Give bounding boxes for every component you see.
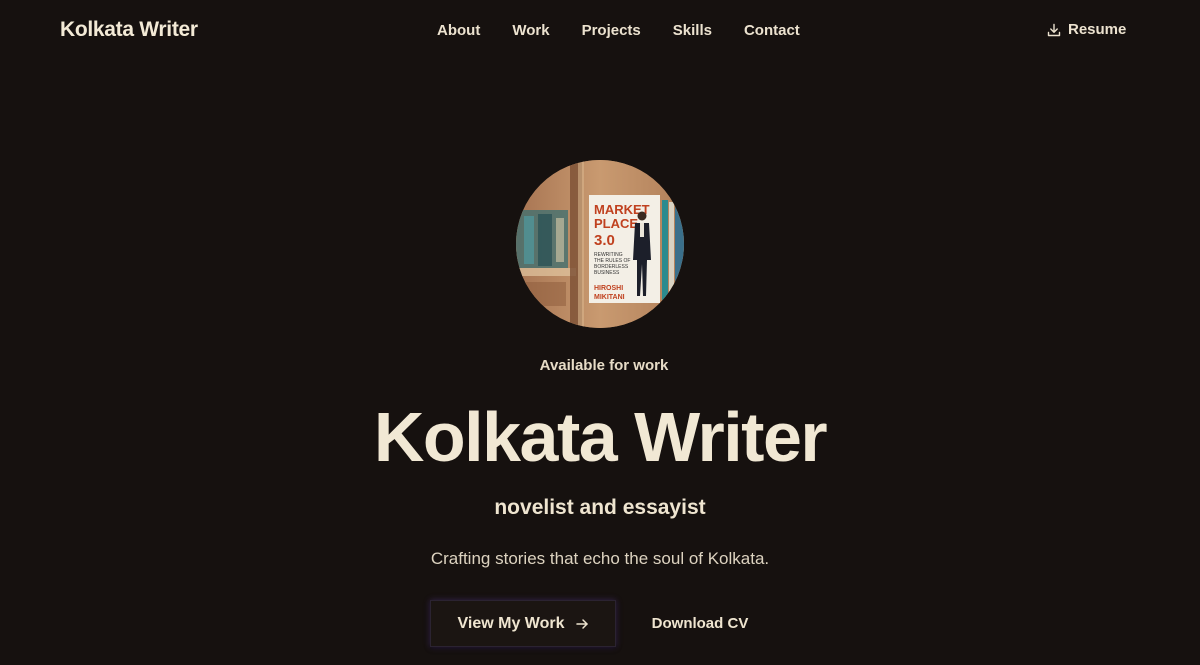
nav-link-about[interactable]: About xyxy=(437,22,480,39)
nav-link-contact[interactable]: Contact xyxy=(744,22,800,39)
book-title-line2: PLACE xyxy=(594,216,638,231)
nav-link-projects[interactable]: Projects xyxy=(582,22,641,39)
site-header: Kolkata Writer About Work Projects Skill… xyxy=(0,0,1200,64)
arrow-right-icon xyxy=(575,617,589,631)
view-my-work-label: View My Work xyxy=(457,614,565,632)
nav-link-work[interactable]: Work xyxy=(512,22,549,39)
hero-title: Kolkata Writer xyxy=(373,398,828,476)
download-icon xyxy=(1047,23,1061,37)
profile-avatar: MARKET PLACE 3.0 REWRITING THE RULES OF … xyxy=(516,160,684,328)
view-my-work-button[interactable]: View My Work xyxy=(430,600,616,647)
portfolio-page: Kolkata Writer About Work Projects Skill… xyxy=(0,0,1200,665)
main-nav: About Work Projects Skills Contact xyxy=(437,22,800,39)
book-subtitle-line: BUSINESS xyxy=(594,270,620,276)
book-title-line3: 3.0 xyxy=(594,232,615,249)
book-author-line: MIKITANI xyxy=(594,294,625,301)
hero-tagline: Crafting stories that echo the soul of K… xyxy=(430,549,770,568)
hero-subtitle: novelist and essayist xyxy=(494,496,706,519)
resume-label: Resume xyxy=(1068,21,1127,38)
download-cv-button[interactable]: Download CV xyxy=(636,600,764,647)
nav-link-skills[interactable]: Skills xyxy=(673,22,712,39)
resume-button[interactable]: Resume xyxy=(1047,21,1126,38)
availability-status: Available for work xyxy=(539,357,669,374)
brand-logo[interactable]: Kolkata Writer xyxy=(60,18,198,42)
book-author-line: HIROSHI xyxy=(594,285,623,292)
